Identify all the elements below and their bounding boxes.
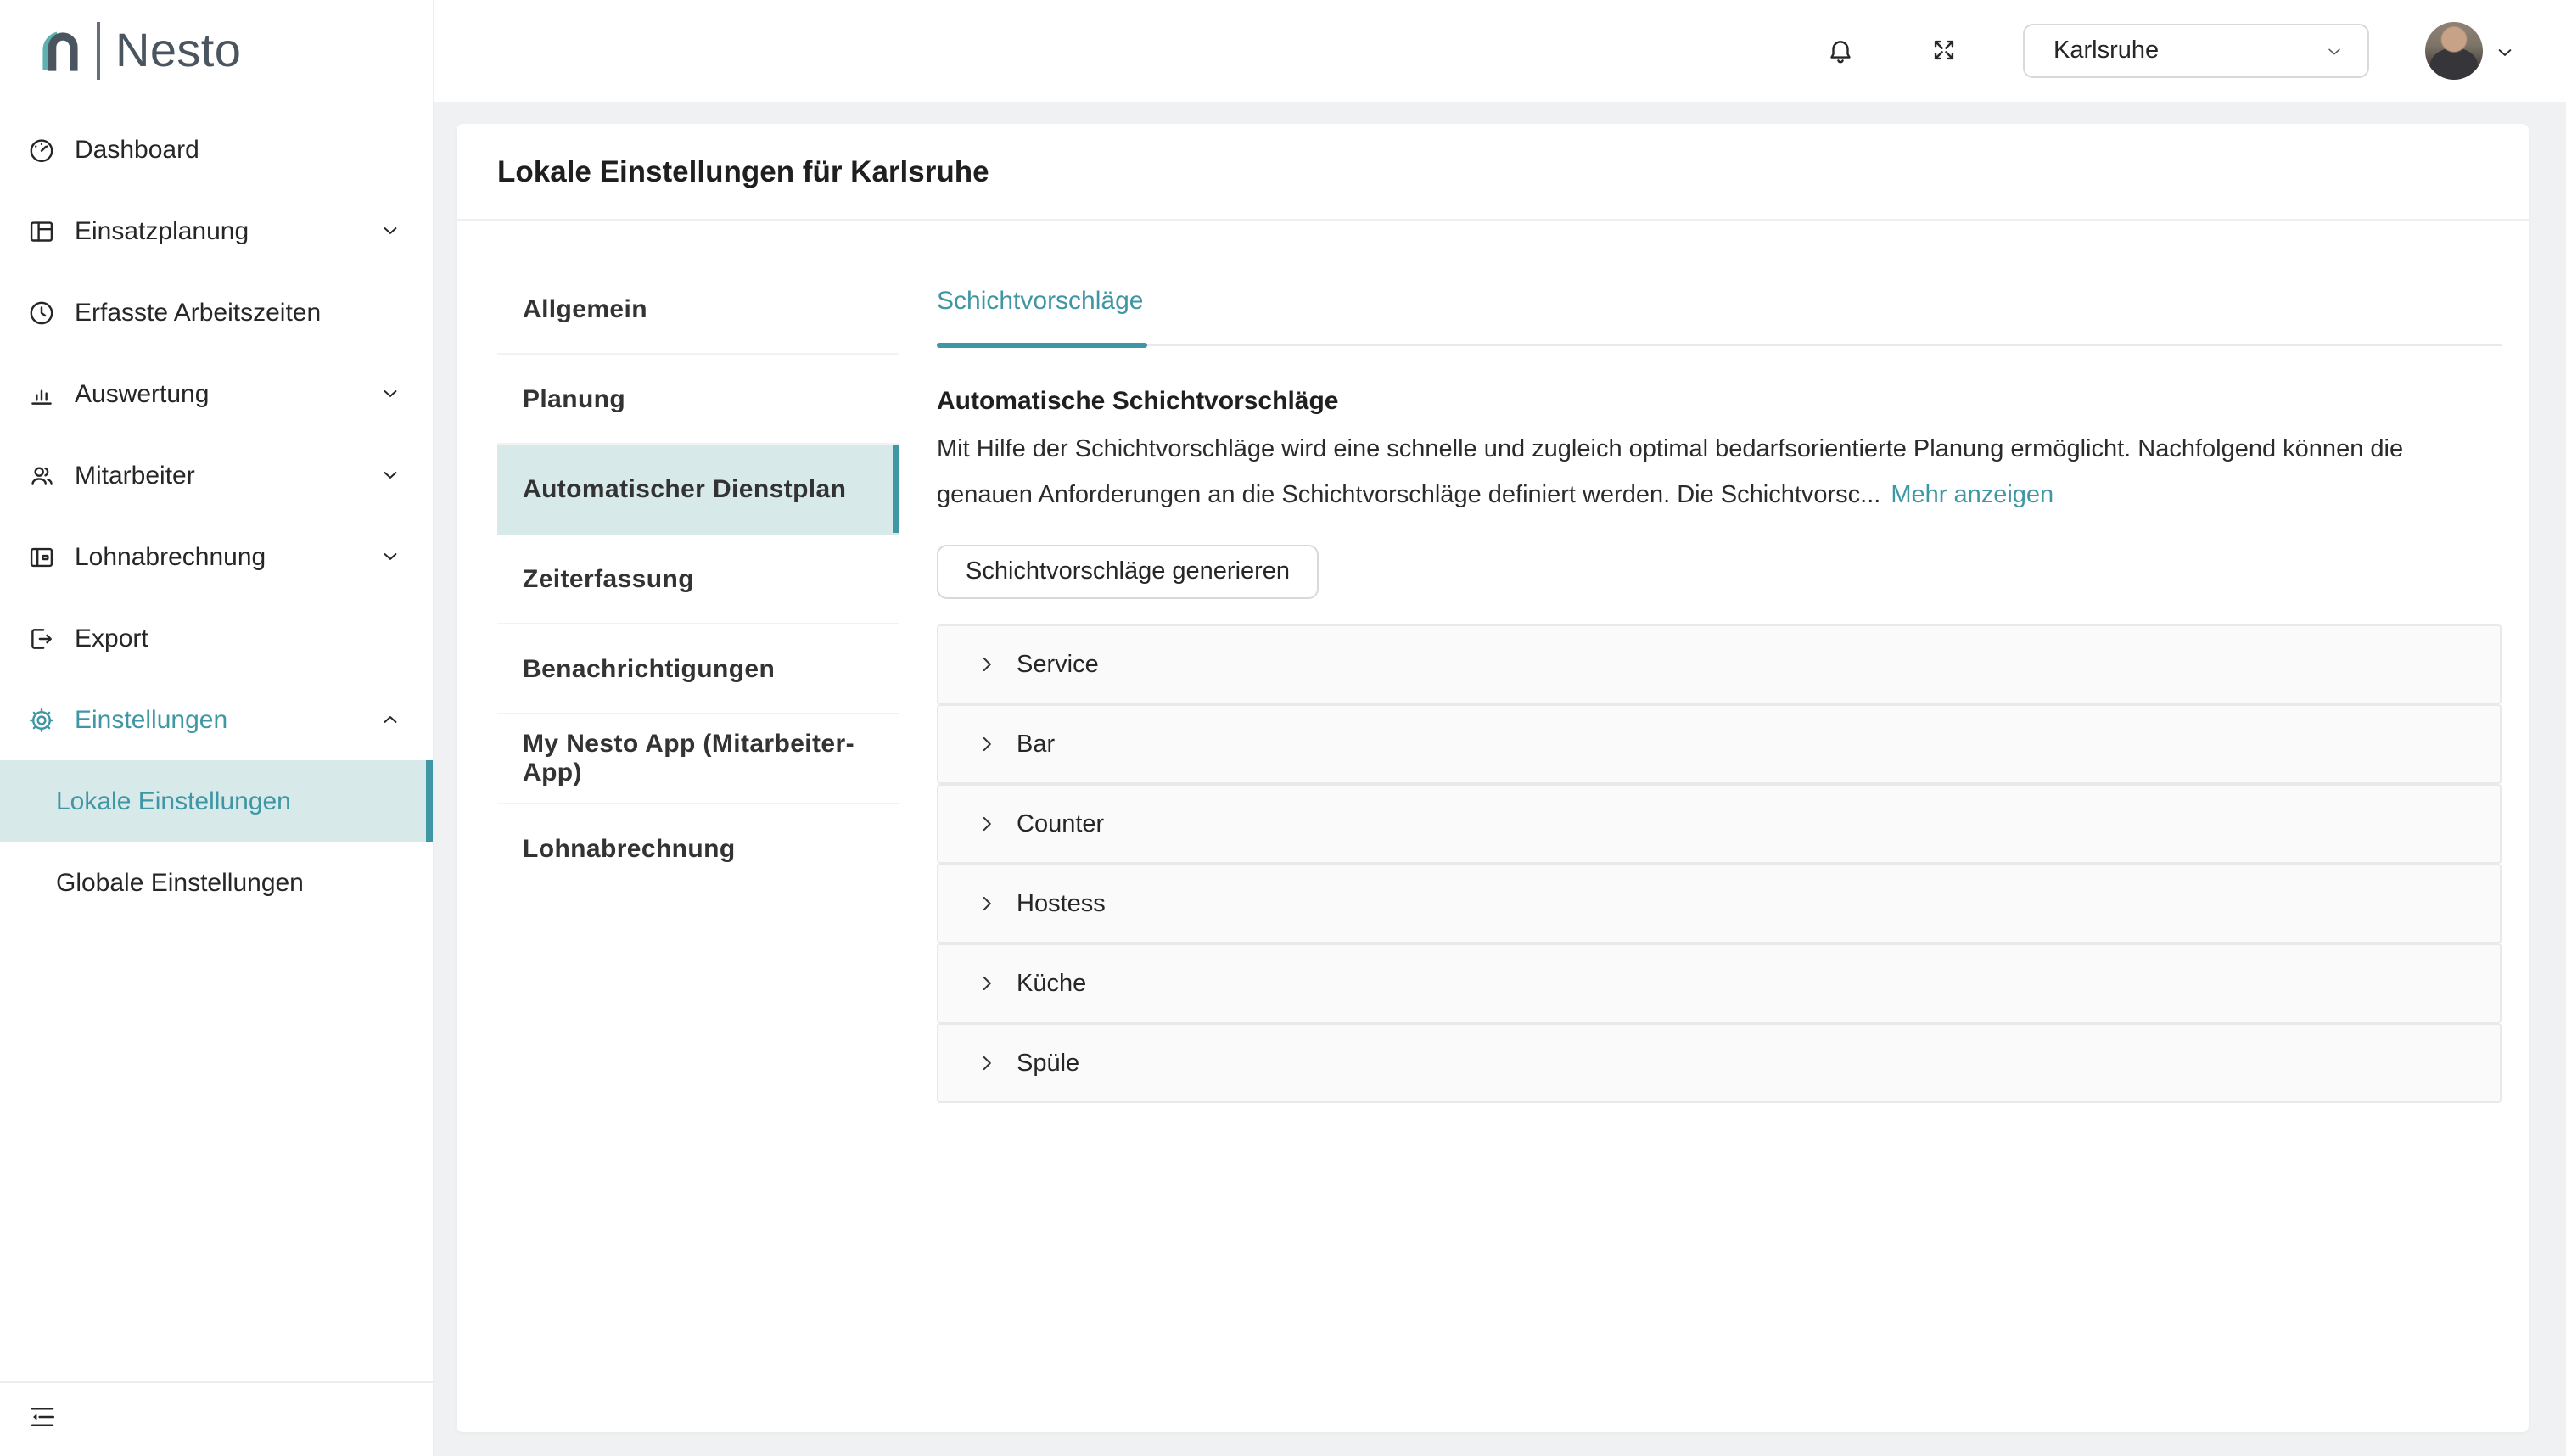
sidebar-item-label: Lokale Einstellungen <box>56 787 291 815</box>
dashboard-gauge-icon <box>27 135 56 164</box>
chevron-right-icon <box>976 1052 998 1074</box>
sidebar-item-label: Einsatzplanung <box>75 216 360 245</box>
settings-card: Lokale Einstellungen für Karlsruhe Allge… <box>457 124 2529 1432</box>
chevron-right-icon <box>976 893 998 915</box>
sidebar-item-export[interactable]: Export <box>0 597 433 679</box>
sidebar-item-label: Erfasste Arbeitszeiten <box>75 298 402 327</box>
nesto-logo-mark-icon <box>37 25 83 76</box>
location-select[interactable]: Karlsruhe <box>2023 24 2369 78</box>
gear-icon <box>27 705 56 734</box>
sidebar-item-erfasste-arbeitszeiten[interactable]: Erfasste Arbeitszeiten <box>0 272 433 353</box>
card-body: Allgemein Planung Automatischer Dienstpl… <box>457 221 2529 1103</box>
settings-nav-label: Lohnabrechnung <box>523 835 736 864</box>
chevron-up-icon <box>378 708 402 731</box>
collapse-sidebar-icon[interactable] <box>27 1402 58 1432</box>
topbar: Karlsruhe <box>434 0 2566 102</box>
chevron-right-icon <box>976 653 998 675</box>
chevron-down-icon <box>378 219 402 243</box>
sidebar-item-label: Globale Einstellungen <box>56 868 304 897</box>
settings-nav-label: Benachrichtigungen <box>523 654 775 683</box>
chevron-down-icon <box>378 463 402 487</box>
settings-nav-label: Zeiterfassung <box>523 564 694 593</box>
logo-divider <box>97 22 100 80</box>
accordion-row-bar[interactable]: Bar <box>937 704 2502 784</box>
accordion-row-service[interactable]: Service <box>937 624 2502 704</box>
app-viewport: Nesto Dashboard Einsatzplanung Erfasste … <box>0 0 2566 1456</box>
settings-nav-zeiterfassung[interactable]: Zeiterfassung <box>497 535 899 624</box>
sidebar-item-mitarbeiter[interactable]: Mitarbeiter <box>0 434 433 516</box>
sidebar-item-lohnabrechnung[interactable]: Lohnabrechnung <box>0 516 433 597</box>
settings-nav-benachrichtigungen[interactable]: Benachrichtigungen <box>497 624 899 714</box>
tab-row: Schichtvorschläge <box>937 265 2502 346</box>
bar-chart-icon <box>27 379 56 408</box>
settings-nav-label: My Nesto App (Mitarbeiter-App) <box>523 730 899 787</box>
section-heading: Automatische Schichtvorschläge <box>937 387 2502 416</box>
location-select-value: Karlsruhe <box>2053 37 2159 64</box>
chevron-down-icon <box>2323 40 2345 62</box>
chevron-right-icon <box>976 972 998 994</box>
accordion-label: Service <box>1017 651 1099 678</box>
sidebar-item-einstellungen[interactable]: Einstellungen <box>0 679 433 760</box>
sidebar-item-label: Lohnabrechnung <box>75 542 360 571</box>
chevron-right-icon <box>976 733 998 755</box>
accordion-row-counter[interactable]: Counter <box>937 784 2502 864</box>
brand-logo[interactable]: Nesto <box>0 0 433 102</box>
clock-icon <box>27 298 56 327</box>
settings-nav-automatischer-dienstplan[interactable]: Automatischer Dienstplan <box>497 445 899 535</box>
accordion-label: Spüle <box>1017 1050 1079 1077</box>
user-menu-chevron-icon[interactable] <box>2493 41 2517 64</box>
settings-nav-lohnabrechnung[interactable]: Lohnabrechnung <box>497 804 899 894</box>
chevron-down-icon <box>378 382 402 406</box>
accordion-row-kueche[interactable]: Küche <box>937 944 2502 1023</box>
sidebar-item-label: Auswertung <box>75 379 360 408</box>
settings-nav-label: Allgemein <box>523 294 647 323</box>
sidebar-footer <box>0 1381 433 1432</box>
user-avatar[interactable] <box>2425 22 2483 80</box>
export-icon <box>27 624 56 652</box>
sidebar-menu: Dashboard Einsatzplanung Erfasste Arbeit… <box>0 109 433 923</box>
sidebar-item-einsatzplanung[interactable]: Einsatzplanung <box>0 190 433 272</box>
sidebar-item-auswertung[interactable]: Auswertung <box>0 353 433 434</box>
section-description: Mit Hilfe der Schichtvorschläge wird ein… <box>937 428 2502 518</box>
chevron-down-icon <box>378 545 402 568</box>
sidebar-item-label: Export <box>75 624 402 652</box>
planning-grid-icon <box>27 216 56 245</box>
tab-schichtvorschlaege[interactable]: Schichtvorschläge <box>937 265 1146 344</box>
shift-groups-accordion: Service Bar Counter Hostess <box>937 624 2502 1103</box>
sidebar-item-lokale-einstellungen[interactable]: Lokale Einstellungen <box>0 760 433 842</box>
accordion-row-hostess[interactable]: Hostess <box>937 864 2502 944</box>
sidebar-item-globale-einstellungen[interactable]: Globale Einstellungen <box>0 842 433 923</box>
settings-nav-allgemein[interactable]: Allgemein <box>497 265 899 355</box>
card-title-row: Lokale Einstellungen für Karlsruhe <box>457 124 2529 221</box>
accordion-label: Counter <box>1017 810 1104 837</box>
chevron-right-icon <box>976 813 998 835</box>
notifications-bell-icon[interactable] <box>1826 36 1855 68</box>
sidebar-item-label: Einstellungen <box>75 705 360 734</box>
accordion-label: Bar <box>1017 731 1055 758</box>
settings-nav-label: Automatischer Dienstplan <box>523 474 846 503</box>
brand-name: Nesto <box>115 24 241 78</box>
sidebar-item-dashboard[interactable]: Dashboard <box>0 109 433 190</box>
people-icon <box>27 461 56 490</box>
sidebar-item-label: Mitarbeiter <box>75 461 360 490</box>
page-title: Lokale Einstellungen für Karlsruhe <box>497 154 989 189</box>
payroll-card-icon <box>27 542 56 571</box>
sidebar: Nesto Dashboard Einsatzplanung Erfasste … <box>0 0 434 1456</box>
settings-nav-my-nesto-app[interactable]: My Nesto App (Mitarbeiter-App) <box>497 714 899 804</box>
settings-nav: Allgemein Planung Automatischer Dienstpl… <box>497 265 899 894</box>
generate-suggestions-button[interactable]: Schichtvorschläge generieren <box>937 545 1319 599</box>
settings-nav-label: Planung <box>523 384 625 413</box>
fullscreen-icon[interactable] <box>1930 36 1958 64</box>
settings-content: Schichtvorschläge Automatische Schichtvo… <box>937 265 2502 1103</box>
show-more-link[interactable]: Mehr anzeigen <box>1891 481 2053 508</box>
accordion-row-spuele[interactable]: Spüle <box>937 1023 2502 1103</box>
settings-nav-planung[interactable]: Planung <box>497 355 899 445</box>
accordion-label: Hostess <box>1017 890 1106 917</box>
description-text: Mit Hilfe der Schichtvorschläge wird ein… <box>937 436 2403 508</box>
sidebar-item-label: Dashboard <box>75 135 402 164</box>
accordion-label: Küche <box>1017 970 1086 997</box>
